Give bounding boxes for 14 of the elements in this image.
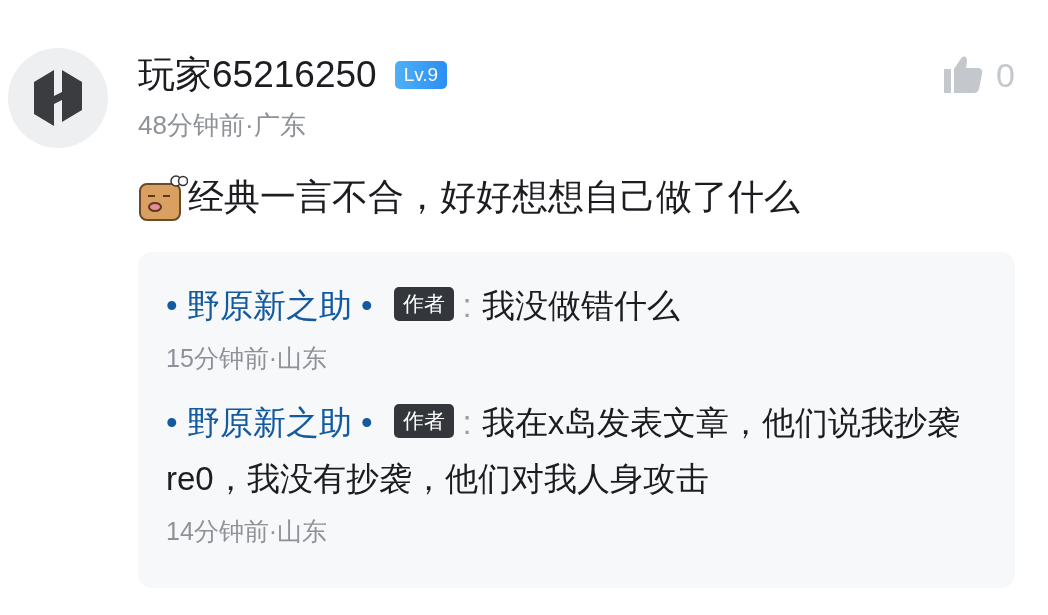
reply-timestamp: 14分钟前·山东 [166,516,329,547]
comment-text: 经典一言不合，好好想想自己做了什么 [188,175,800,219]
reply-text: • 野原新之助 • 作者 : 我没做错什么 [166,286,681,326]
author-badge: 作者 [394,287,455,321]
timestamp: 48分钟前·广东 [138,109,307,142]
reply-text: • 野原新之助 • 作者 : 我在x岛发表文章，他们说我抄袭re0，我没有抄袭，他们对我人身攻击 [166,403,962,499]
reply-author[interactable]: • 野原新之助 • [166,287,373,324]
emoji-icon [138,173,188,222]
reply-timestamp: 15分钟前·山东 [166,343,329,374]
level-badge: Lv.9 [394,61,448,89]
username[interactable]: 玩家65216250 [138,50,377,100]
author-badge: 作者 [394,404,455,438]
thumbs-up-icon [942,55,985,95]
reply-author[interactable]: • 野原新之助 • [166,404,373,441]
